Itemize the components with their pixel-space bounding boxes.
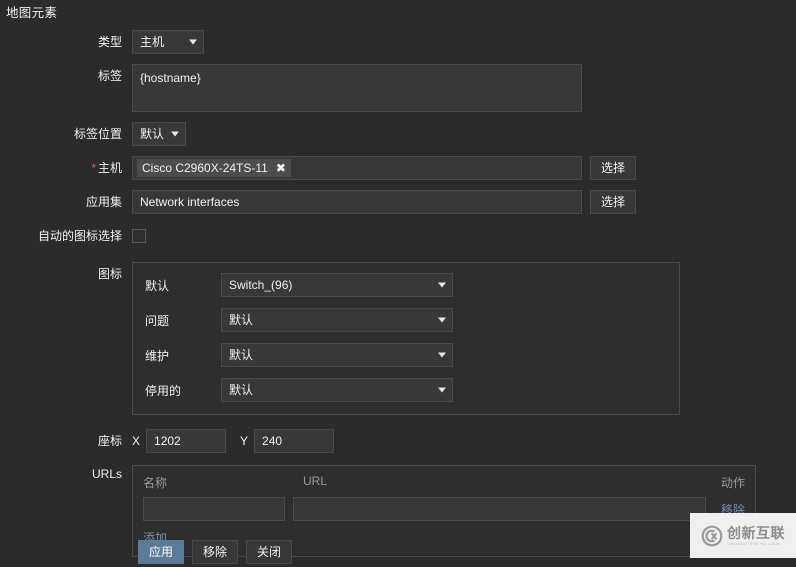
form-row-icons: 图标 默认 Switch_(96) 问题 默认 维护 默认 停用的 默认 (0, 262, 796, 415)
watermark: 创新互联 CHUANG XIN HU LIAN (690, 513, 796, 558)
form-row-auto-icon: 自动的图标选择 (0, 224, 796, 248)
watermark-text: 创新互联 CHUANG XIN HU LIAN (727, 526, 785, 546)
field-auto-icon (132, 224, 146, 243)
urls-header-name: 名称 (143, 476, 168, 490)
field-host: Cisco C2960X-24TS-11 ✖ 选择 (132, 156, 636, 180)
icon-label-default: 默认 (145, 278, 170, 293)
coordinate-x-label: X (132, 434, 141, 448)
host-chip[interactable]: Cisco C2960X-24TS-11 ✖ (137, 159, 291, 177)
label-textarea[interactable]: {hostname} (132, 64, 582, 112)
label-coordinates: 座标 (97, 434, 122, 448)
urls-header-url: URL (303, 474, 328, 488)
icon-select-default[interactable]: Switch_(96) (221, 273, 453, 297)
type-select-value: 主机 (140, 35, 165, 49)
watermark-cn: 创新互联 (727, 524, 785, 541)
icon-select-default-value: Switch_(96) (229, 278, 293, 292)
url-value-input[interactable] (292, 497, 707, 521)
label-host: * 主机 (0, 156, 132, 180)
remove-button[interactable]: 移除 (192, 540, 238, 564)
coordinate-y-input[interactable]: 240 (254, 429, 335, 453)
auto-icon-checkbox[interactable] (132, 229, 146, 243)
form-row-label-position: 标签位置 默认 (0, 122, 796, 146)
close-icon[interactable]: ✖ (276, 159, 286, 177)
host-chip-label: Cisco C2960X-24TS-11 (142, 161, 268, 175)
field-coordinates: X 1202 Y 240 (132, 429, 335, 453)
form-footer: 应用 移除 关闭 (0, 540, 796, 564)
icon-select-problem-value: 默认 (229, 313, 254, 327)
map-element-form: 类型 主机 标签 {hostname} 标签位置 默认 * 主机 Cisco C… (0, 30, 796, 567)
close-button[interactable]: 关闭 (246, 540, 292, 564)
coordinate-y-label: Y (240, 434, 249, 448)
field-type: 主机 (132, 30, 204, 54)
chevron-down-icon (438, 317, 446, 323)
icon-label-disabled: 停用的 (145, 383, 182, 398)
form-row-coordinates: 座标 X 1202 Y 240 (0, 429, 796, 453)
icon-label-maintenance: 维护 (145, 348, 170, 363)
form-row-type: 类型 主机 (0, 30, 796, 54)
field-label-position: 默认 (132, 122, 186, 146)
form-row-label: 标签 {hostname} (0, 64, 796, 112)
urls-row: 移除 (143, 497, 746, 521)
label-label-position: 标签位置 (73, 127, 122, 141)
label-urls: URLs (91, 467, 122, 481)
field-label: {hostname} (132, 64, 582, 112)
icon-row-disabled: 停用的 默认 (145, 378, 667, 402)
required-marker: * (91, 161, 96, 175)
page-title: 地图元素 (6, 6, 58, 20)
watermark-en: CHUANG XIN HU LIAN (727, 540, 780, 546)
chevron-down-icon (438, 387, 446, 393)
label-host-text: 主机 (97, 161, 122, 175)
chevron-down-icon (438, 282, 446, 288)
label-position-select[interactable]: 默认 (132, 122, 186, 146)
icon-select-problem[interactable]: 默认 (221, 308, 453, 332)
url-name-input[interactable] (143, 497, 285, 521)
field-application-set: Network interfaces 选择 (132, 190, 636, 214)
label-position-value: 默认 (140, 127, 165, 141)
form-row-application-set: 应用集 Network interfaces 选择 (0, 190, 796, 214)
icon-select-maintenance-value: 默认 (229, 348, 254, 362)
label-auto-icon: 自动的图标选择 (37, 229, 122, 243)
icon-select-maintenance[interactable]: 默认 (221, 343, 453, 367)
icons-panel: 默认 Switch_(96) 问题 默认 维护 默认 停用的 默认 (132, 262, 680, 415)
host-select-button[interactable]: 选择 (590, 156, 636, 180)
form-row-host: * 主机 Cisco C2960X-24TS-11 ✖ 选择 (0, 156, 796, 180)
watermark-logo-icon (701, 525, 723, 546)
apply-button[interactable]: 应用 (138, 540, 184, 564)
urls-header-row: 名称 URL 动作 (143, 474, 745, 491)
type-select[interactable]: 主机 (132, 30, 204, 54)
coordinate-x-input[interactable]: 1202 (146, 429, 227, 453)
label-icons: 图标 (97, 267, 122, 281)
chevron-down-icon (438, 352, 446, 358)
host-multiselect[interactable]: Cisco C2960X-24TS-11 ✖ (132, 156, 582, 180)
urls-header-action: 动作 (720, 476, 745, 490)
icon-select-disabled-value: 默认 (229, 383, 254, 397)
label-label: 标签 (97, 69, 122, 83)
label-application-set: 应用集 (85, 195, 122, 209)
icon-row-maintenance: 维护 默认 (145, 343, 667, 367)
field-icons: 默认 Switch_(96) 问题 默认 维护 默认 停用的 默认 (132, 262, 680, 415)
icon-select-disabled[interactable]: 默认 (221, 378, 453, 402)
icon-label-problem: 问题 (145, 313, 170, 328)
icon-row-default: 默认 Switch_(96) (145, 273, 667, 297)
icon-row-problem: 问题 默认 (145, 308, 667, 332)
application-set-input[interactable]: Network interfaces (132, 190, 582, 214)
chevron-down-icon (189, 39, 197, 45)
label-type: 类型 (97, 35, 122, 49)
chevron-down-icon (171, 131, 179, 137)
application-set-select-button[interactable]: 选择 (590, 190, 636, 214)
